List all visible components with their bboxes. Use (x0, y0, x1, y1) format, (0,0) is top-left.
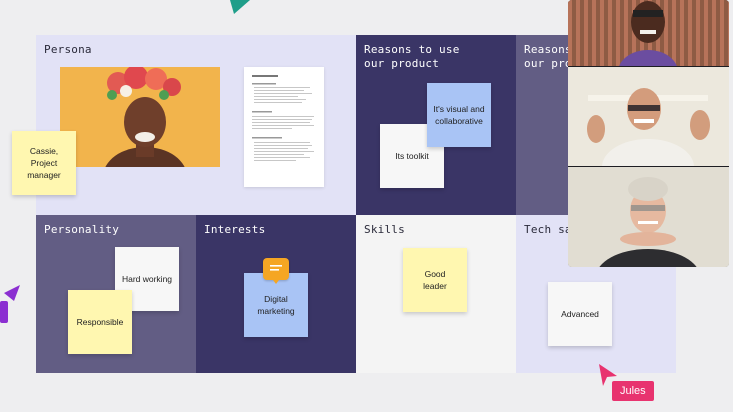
sticky-responsible[interactable]: Responsible (68, 290, 132, 354)
reasons-title: Reasons to use our product (364, 43, 460, 70)
sticky-visual-collaborative[interactable]: It's visual and collaborative (427, 83, 491, 147)
sticky-advanced[interactable]: Advanced (548, 282, 612, 346)
persona-document[interactable] (244, 67, 324, 187)
sticky-good-leader[interactable]: Good leader (403, 248, 467, 312)
video-tile-3[interactable] (568, 167, 729, 267)
video-tile-2[interactable] (568, 67, 729, 195)
persona-title: Persona (44, 43, 92, 56)
reasons-2-title: Reasons our pro (524, 43, 572, 70)
collaborator-cursor-icon (0, 285, 20, 323)
persona-photo[interactable] (60, 67, 220, 167)
sticky-cassie[interactable]: Cassie, Project manager (12, 131, 76, 195)
interests-title: Interests (204, 223, 266, 236)
video-call-panel (568, 0, 729, 267)
collaborator-name-tag: Jules (612, 381, 654, 401)
personality-title: Personality (44, 223, 120, 236)
skills-title: Skills (364, 223, 405, 236)
persona-section: Persona (36, 35, 356, 215)
cursor-arrow-icon (230, 0, 250, 14)
video-tile-1[interactable] (568, 0, 729, 94)
comment-icon[interactable] (263, 258, 289, 284)
